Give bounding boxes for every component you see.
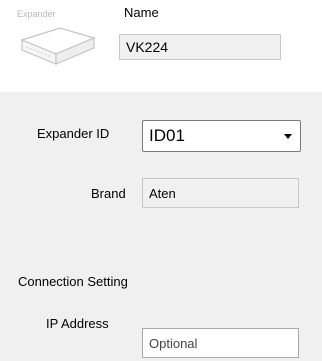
brand-label: Brand bbox=[91, 186, 126, 201]
settings-panel: Expander ID ID01 Brand Aten Connection S… bbox=[0, 92, 322, 361]
connection-setting-heading: Connection Setting bbox=[18, 274, 128, 289]
header-panel: Expander Name VK224 bbox=[0, 0, 322, 92]
ip-address-input[interactable]: Optional bbox=[142, 328, 299, 358]
ip-address-label: IP Address bbox=[46, 316, 109, 331]
expander-id-dropdown[interactable]: ID01 bbox=[142, 120, 301, 152]
chevron-down-icon[interactable] bbox=[284, 134, 292, 139]
name-label: Name bbox=[124, 5, 159, 20]
name-field[interactable]: VK224 bbox=[119, 34, 281, 60]
expander-icon-caption: Expander bbox=[17, 9, 56, 19]
brand-field[interactable]: Aten bbox=[142, 178, 299, 208]
expander-id-selected: ID01 bbox=[149, 126, 185, 145]
expander-id-label: Expander ID bbox=[37, 126, 110, 141]
